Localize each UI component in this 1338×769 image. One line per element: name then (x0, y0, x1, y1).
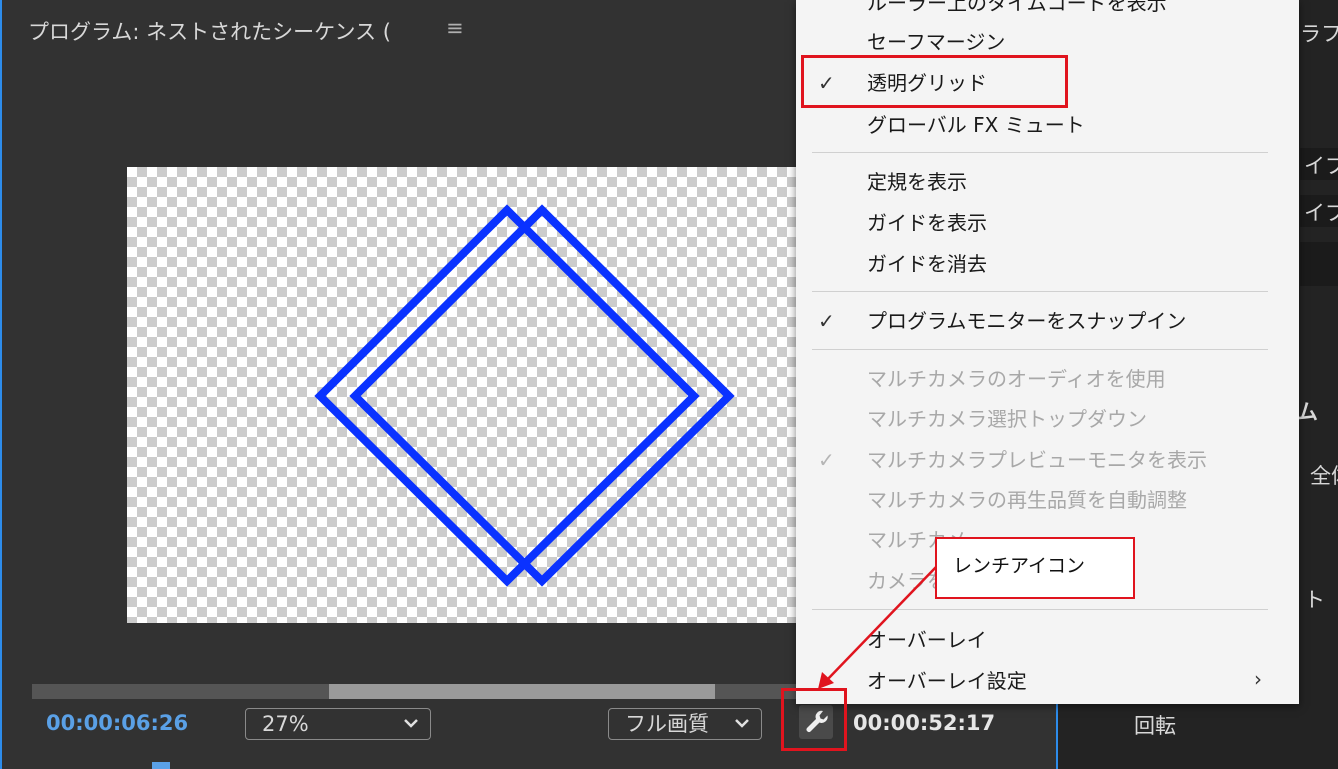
sequence-duration: 00:00:52:17 (853, 711, 996, 735)
menu-item-global-fx-mute[interactable]: グローバル FX ミュート (867, 113, 1085, 137)
chevron-right-icon: › (1254, 667, 1262, 691)
highlight-box-wrench-icon (781, 688, 847, 751)
right-panel-row (1300, 242, 1338, 286)
menu-item-clear-guides[interactable]: ガイドを消去 (867, 252, 987, 276)
menu-separator (812, 152, 1268, 153)
zoom-level-value: 27% (262, 712, 309, 736)
menu-item-overlay-settings[interactable]: オーバーレイ設定 (867, 669, 1027, 693)
right-panel-text: 全体 (1310, 464, 1338, 488)
chevron-down-icon (402, 708, 420, 748)
program-canvas (127, 167, 827, 623)
menu-separator (812, 609, 1268, 610)
hamburger-icon[interactable]: ≡ (446, 16, 464, 40)
right-panel-text: ト (1304, 588, 1325, 612)
check-icon: ✓ (818, 448, 835, 472)
menu-item-snap-in-program-monitor[interactable]: プログラムモニターをスナップイン (867, 309, 1186, 333)
menu-separator (812, 349, 1268, 350)
diamond-shapes (314, 204, 735, 587)
menu-item-multicam-top-down: マルチカメラ選択トップダウン (867, 407, 1147, 431)
menu-item-safe-margin[interactable]: セーフマージン (867, 30, 1005, 54)
diamond-left (314, 204, 700, 587)
playback-quality-dropdown[interactable]: フル画質 (608, 708, 762, 740)
check-icon: ✓ (818, 309, 835, 333)
chevron-down-icon (733, 708, 751, 748)
playhead-marker[interactable] (152, 762, 170, 769)
menu-item-multicam-preview-monitor: マルチカメラプレビューモニタを表示 (867, 448, 1207, 472)
right-panel-text: 回転 (1134, 714, 1176, 738)
right-panel-text: イプ ( (1304, 154, 1338, 178)
right-panel-text: イプ ( (1304, 201, 1338, 225)
zoom-level-dropdown[interactable]: 27% (245, 708, 431, 740)
right-panel-text: ム (1297, 400, 1318, 424)
menu-item-multicam-audio: マルチカメラのオーディオを使用 (867, 367, 1166, 391)
menu-item-show-rulers[interactable]: 定規を表示 (867, 170, 967, 194)
menu-item-show-guides[interactable]: ガイドを表示 (867, 211, 987, 235)
menu-separator (812, 291, 1268, 292)
diamond-right (349, 204, 735, 587)
playback-quality-value: フル画質 (625, 712, 709, 736)
menu-item-show-timecode-on-ruler[interactable]: ルーラー上のタイムコードを表示 (867, 0, 1167, 15)
highlight-box-transparency-grid (801, 55, 1068, 108)
menu-item-multicam-playback-quality: マルチカメラの再生品質を自動調整 (867, 488, 1187, 512)
right-panel-text: ラフ (1300, 22, 1338, 46)
current-timecode[interactable]: 00:00:06:26 (46, 711, 188, 735)
callout-label: レンチアイコン (935, 537, 1135, 599)
zoom-scrollbar-thumb[interactable] (329, 684, 715, 699)
panel-title: プログラム: ネストされたシーケンス ( (28, 20, 391, 44)
menu-item-overlay[interactable]: オーバーレイ (867, 628, 987, 652)
